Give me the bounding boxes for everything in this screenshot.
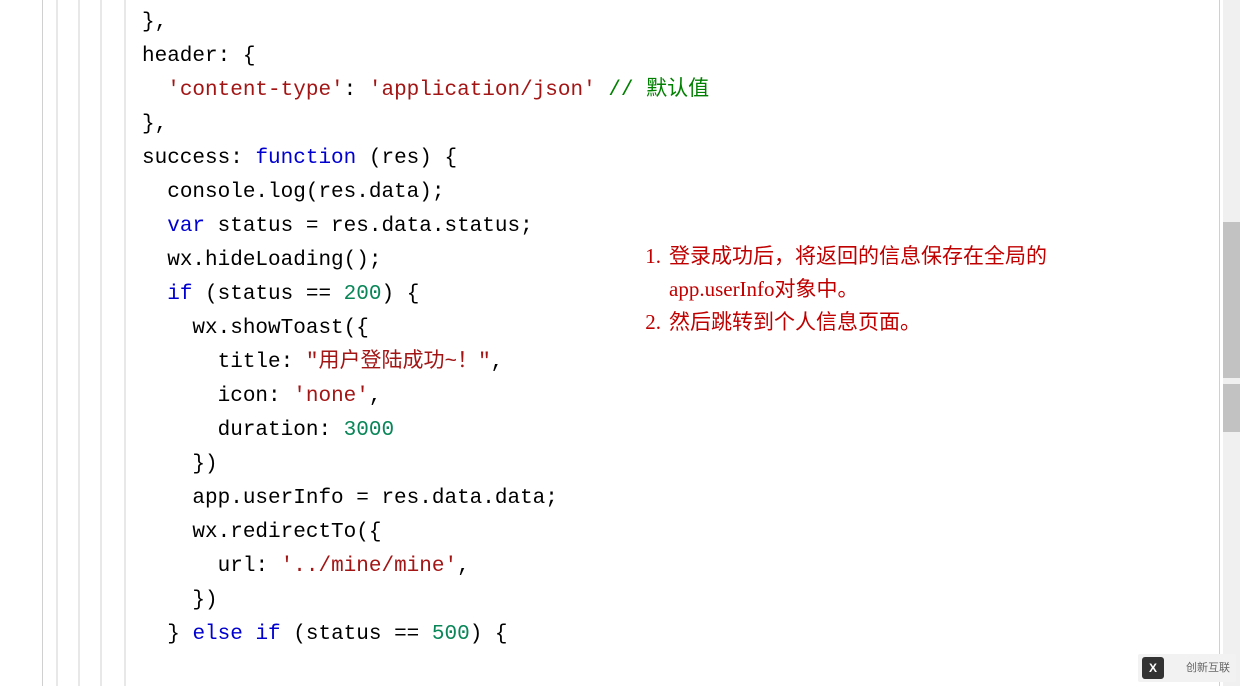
scrollbar-thumb[interactable] — [1223, 222, 1240, 378]
code-line: }, — [142, 6, 1212, 40]
code-line: title: "用户登陆成功~！", — [142, 346, 1212, 380]
annotation-text: 然后跳转到个人信息页面。 — [669, 306, 1185, 339]
annotation-number: 2. — [625, 306, 669, 339]
code-line: console.log(res.data); — [142, 176, 1212, 210]
code-line: }) — [142, 584, 1212, 618]
code-line: url: '../mine/mine', — [142, 550, 1212, 584]
scrollbar-track[interactable] — [1223, 0, 1240, 686]
watermark-icon: X — [1142, 657, 1164, 679]
watermark-label: 创新互联 — [1186, 654, 1230, 682]
annotation-list: 1. 登录成功后，将返回的信息保存在全局的 app.userInfo对象中。 2… — [625, 240, 1185, 339]
code-line: } else if (status == 500) { — [142, 618, 1212, 652]
annotation-item: 1. 登录成功后，将返回的信息保存在全局的 app.userInfo对象中。 — [625, 240, 1185, 306]
indent-guide — [56, 0, 58, 686]
indent-guide — [124, 0, 126, 686]
code-line: 'content-type': 'application/json' // 默认… — [142, 74, 1212, 108]
page-root: },header: { 'content-type': 'application… — [0, 0, 1240, 686]
code-line: app.userInfo = res.data.data; — [142, 482, 1212, 516]
annotation-number: 1. — [625, 240, 669, 306]
annotation-text: 登录成功后，将返回的信息保存在全局的 app.userInfo对象中。 — [669, 240, 1185, 306]
code-line: duration: 3000 — [142, 414, 1212, 448]
code-line: }, — [142, 108, 1212, 142]
annotation-item: 2. 然后跳转到个人信息页面。 — [625, 306, 1185, 339]
indent-guide — [78, 0, 80, 686]
indent-guide — [100, 0, 102, 686]
code-line: }) — [142, 448, 1212, 482]
scrollbar-thumb[interactable] — [1223, 384, 1240, 432]
code-line: success: function (res) { — [142, 142, 1212, 176]
watermark-badge: X 创新互联 — [1138, 654, 1236, 682]
code-line: icon: 'none', — [142, 380, 1212, 414]
code-line: header: { — [142, 40, 1212, 74]
code-line: wx.redirectTo({ — [142, 516, 1212, 550]
code-line: var status = res.data.status; — [142, 210, 1212, 244]
